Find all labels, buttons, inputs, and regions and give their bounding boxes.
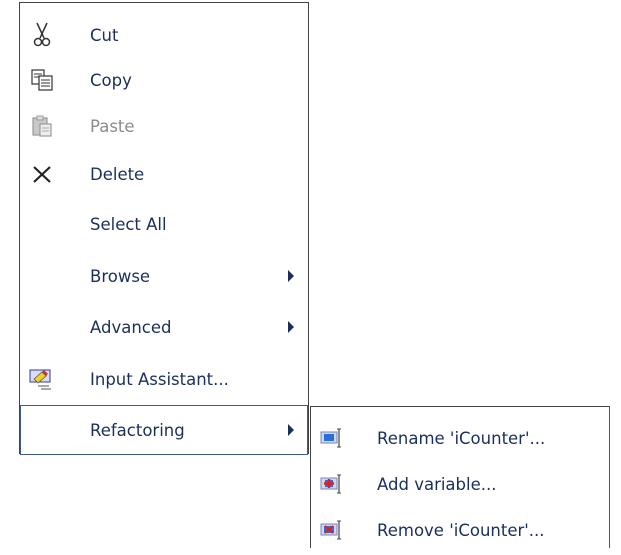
refactoring-submenu: Rename 'iCounter'... Add variable... Rem…	[310, 406, 610, 548]
submenu-item-add-variable[interactable]: Add variable...	[311, 459, 609, 509]
submenu-arrow-icon	[288, 321, 294, 333]
menu-item-paste[interactable]: Paste	[20, 101, 308, 151]
delete-x-icon	[28, 160, 56, 188]
submenu-item-remove[interactable]: Remove 'iCounter'...	[311, 505, 609, 555]
menu-item-select-all[interactable]: Select All	[20, 199, 308, 249]
copy-icon	[28, 66, 56, 94]
add-variable-icon	[319, 470, 347, 498]
menu-item-label: Refactoring	[90, 420, 185, 440]
menu-item-label: Copy	[90, 70, 132, 90]
menu-item-label: Browse	[90, 266, 151, 286]
menu-item-advanced[interactable]: Advanced	[20, 302, 308, 352]
menu-item-cut[interactable]: Cut	[20, 10, 308, 60]
submenu-item-label: Rename 'iCounter'...	[377, 428, 546, 448]
menu-item-delete[interactable]: Delete	[20, 149, 308, 199]
menu-item-label: Cut	[90, 25, 119, 45]
menu-item-label: Select All	[90, 214, 167, 234]
input-assistant-icon	[28, 365, 56, 393]
submenu-item-label: Add variable...	[377, 474, 497, 494]
submenu-item-label: Remove 'iCounter'...	[377, 520, 545, 540]
rename-variable-icon	[319, 424, 347, 452]
paste-icon	[28, 112, 56, 140]
menu-item-refactoring[interactable]: Refactoring	[20, 405, 308, 455]
scissors-icon	[28, 21, 56, 49]
menu-item-browse[interactable]: Browse	[20, 251, 308, 301]
menu-item-label: Input Assistant...	[90, 369, 229, 389]
submenu-item-rename[interactable]: Rename 'iCounter'...	[311, 413, 609, 463]
menu-item-label: Advanced	[90, 317, 172, 337]
context-menu: Cut Copy Paste Delete Select All Browse …	[19, 2, 309, 455]
menu-item-copy[interactable]: Copy	[20, 55, 308, 105]
menu-item-label: Delete	[90, 164, 145, 184]
submenu-arrow-icon	[288, 270, 294, 282]
remove-variable-icon	[319, 516, 347, 544]
menu-item-input-assistant[interactable]: Input Assistant...	[20, 354, 308, 404]
menu-item-label: Paste	[90, 116, 135, 136]
submenu-arrow-icon	[288, 424, 294, 436]
